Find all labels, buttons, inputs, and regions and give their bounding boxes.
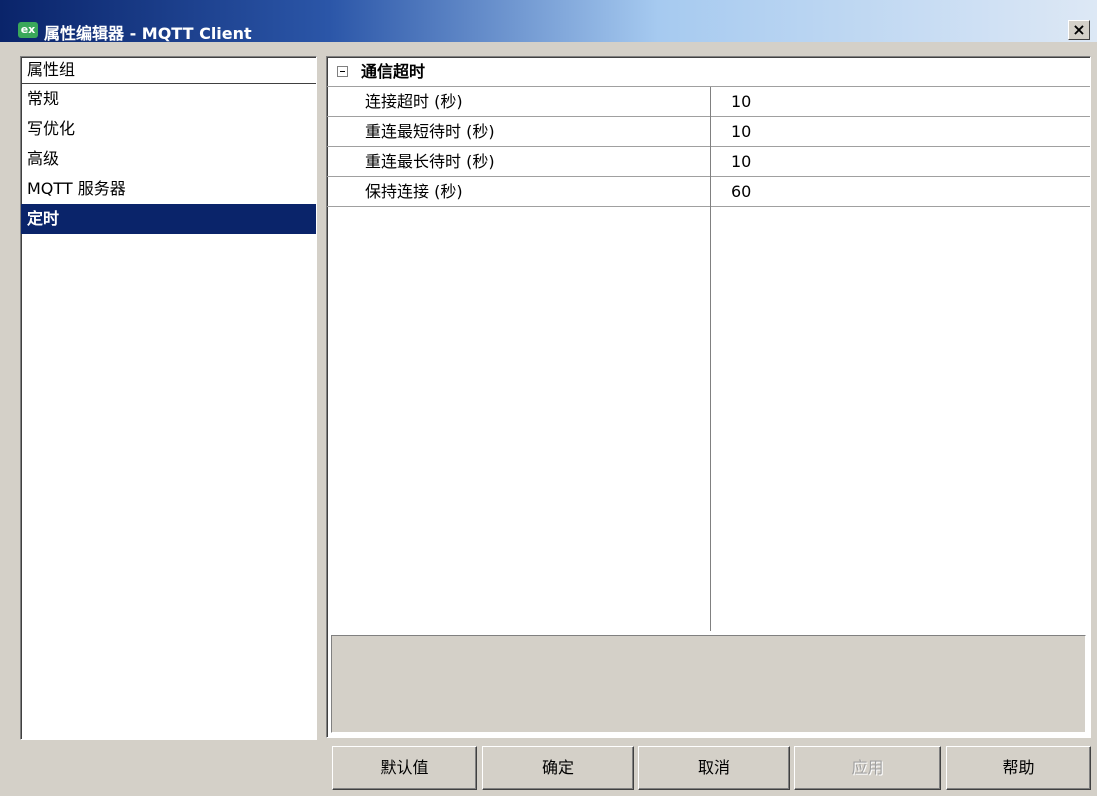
property-group-header: 属性组: [21, 57, 316, 84]
property-group-list: 属性组 常规 写优化 高级 MQTT 服务器 定时: [20, 56, 317, 740]
property-name: 重连最短待时 (秒): [365, 122, 495, 141]
collapse-icon[interactable]: [337, 66, 348, 77]
sidebar-item-advanced[interactable]: 高级: [21, 144, 316, 174]
property-row: 重连最长待时 (秒) 10: [327, 147, 1090, 177]
ok-button[interactable]: 确定: [482, 746, 634, 790]
property-value-reconnect-max[interactable]: 10: [719, 147, 1089, 176]
cancel-button[interactable]: 取消: [638, 746, 790, 790]
help-button[interactable]: 帮助: [946, 746, 1091, 790]
app-icon: ex: [18, 22, 38, 38]
default-button[interactable]: 默认值: [332, 746, 477, 790]
property-group-label: 通信超时: [361, 62, 426, 81]
property-value-connect-timeout[interactable]: 10: [719, 87, 1089, 116]
title-bar: ex 属性编辑器 - MQTT Client ×: [0, 0, 1097, 43]
property-row: 重连最短待时 (秒) 10: [327, 117, 1090, 147]
property-name: 连接超时 (秒): [365, 92, 463, 111]
property-value-reconnect-min[interactable]: 10: [719, 117, 1089, 146]
property-name: 重连最长待时 (秒): [365, 152, 495, 171]
close-button[interactable]: ×: [1068, 20, 1090, 40]
property-group-row: 通信超时: [327, 57, 1090, 87]
sidebar-item-write-optimization[interactable]: 写优化: [21, 114, 316, 144]
window-title: 属性编辑器 - MQTT Client: [44, 24, 252, 43]
property-row: 保持连接 (秒) 60: [327, 177, 1090, 207]
sidebar-item-mqtt-server[interactable]: MQTT 服务器: [21, 174, 316, 204]
property-value-keep-alive[interactable]: 60: [719, 177, 1089, 206]
property-grid: 通信超时 连接超时 (秒) 10 重连最短待时 (秒) 10 重连最长待时 (秒…: [326, 56, 1091, 738]
property-row: 连接超时 (秒) 10: [327, 87, 1090, 117]
sidebar-item-timing[interactable]: 定时: [21, 204, 316, 234]
sidebar-item-general[interactable]: 常规: [21, 84, 316, 114]
property-name: 保持连接 (秒): [365, 182, 463, 201]
apply-button[interactable]: 应用: [794, 746, 941, 790]
column-divider[interactable]: [710, 87, 711, 631]
description-panel: [331, 635, 1086, 733]
